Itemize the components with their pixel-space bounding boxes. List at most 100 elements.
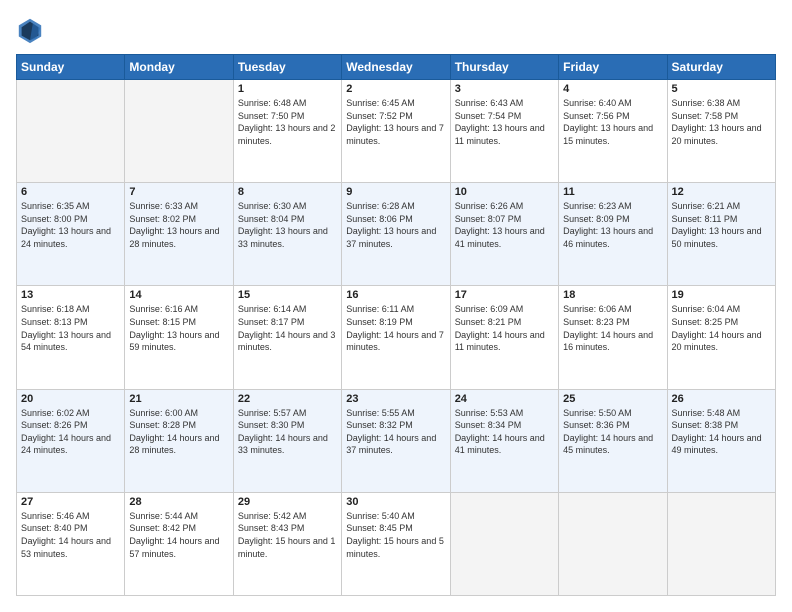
logo <box>16 16 48 44</box>
day-number: 18 <box>563 289 662 301</box>
day-number: 25 <box>563 393 662 405</box>
day-cell: 27 Sunrise: 5:46 AMSunset: 8:40 PMDayligh… <box>17 492 125 595</box>
day-number: 9 <box>346 186 445 198</box>
day-cell: 13Sunrise: 6:18 AMSunset: 8:13 PMDayligh… <box>17 286 125 389</box>
day-cell: 4Sunrise: 6:40 AMSunset: 7:56 PMDaylight… <box>559 80 667 183</box>
day-info: Sunrise: 6:00 AMSunset: 8:28 PMDaylight:… <box>129 407 228 457</box>
day-cell: 16 Sunrise: 6:11 AMSunset: 8:19 PMDayligh… <box>342 286 450 389</box>
page: SundayMondayTuesdayWednesdayThursdayFrid… <box>0 0 792 612</box>
weekday-tuesday: Tuesday <box>233 55 341 80</box>
day-cell: 11Sunrise: 6:23 AMSunset: 8:09 PMDayligh… <box>559 183 667 286</box>
day-number: 23 <box>346 393 445 405</box>
day-info: Sunrise: 5:57 AMSunset: 8:30 PMDaylight:… <box>238 407 337 457</box>
day-cell: 6Sunrise: 6:35 AMSunset: 8:00 PMDaylight… <box>17 183 125 286</box>
day-cell: 5 Sunrise: 6:38 AMSunset: 7:58 PMDaylight… <box>667 80 775 183</box>
day-number: 1 <box>238 83 337 95</box>
week-row-4: 20 Sunrise: 6:02 AMSunset: 8:26 PMDayligh… <box>17 389 776 492</box>
day-number: 27 <box>21 496 120 508</box>
day-cell: 14 Sunrise: 6:16 AMSunset: 8:15 PMDayligh… <box>125 286 233 389</box>
day-cell <box>559 492 667 595</box>
calendar-table: SundayMondayTuesdayWednesdayThursdayFrid… <box>16 54 776 596</box>
day-info: Sunrise: 6:26 AMSunset: 8:07 PMDaylight:… <box>455 200 554 250</box>
day-info: Sunrise: 5:48 AMSunset: 8:38 PMDaylight:… <box>672 407 771 457</box>
day-number: 16 <box>346 289 445 301</box>
weekday-wednesday: Wednesday <box>342 55 450 80</box>
day-cell <box>125 80 233 183</box>
weekday-monday: Monday <box>125 55 233 80</box>
day-number: 28 <box>129 496 228 508</box>
day-info: Sunrise: 6:11 AMSunset: 8:19 PMDaylight:… <box>346 303 445 353</box>
header <box>16 16 776 44</box>
day-number: 3 <box>455 83 554 95</box>
day-cell: 26Sunrise: 5:48 AMSunset: 8:38 PMDayligh… <box>667 389 775 492</box>
week-row-3: 13Sunrise: 6:18 AMSunset: 8:13 PMDayligh… <box>17 286 776 389</box>
weekday-header-row: SundayMondayTuesdayWednesdayThursdayFrid… <box>17 55 776 80</box>
day-number: 2 <box>346 83 445 95</box>
day-info: Sunrise: 6:28 AMSunset: 8:06 PMDaylight:… <box>346 200 445 250</box>
day-info: Sunrise: 6:30 AMSunset: 8:04 PMDaylight:… <box>238 200 337 250</box>
day-cell <box>17 80 125 183</box>
day-number: 10 <box>455 186 554 198</box>
day-info: Sunrise: 6:48 AMSunset: 7:50 PMDaylight:… <box>238 97 337 147</box>
day-info: Sunrise: 5:40 AMSunset: 8:45 PMDaylight:… <box>346 510 445 560</box>
day-number: 30 <box>346 496 445 508</box>
day-info: Sunrise: 6:06 AMSunset: 8:23 PMDaylight:… <box>563 303 662 353</box>
day-info: Sunrise: 6:45 AMSunset: 7:52 PMDaylight:… <box>346 97 445 147</box>
day-cell: 30 Sunrise: 5:40 AMSunset: 8:45 PMDayligh… <box>342 492 450 595</box>
day-info: Sunrise: 6:14 AMSunset: 8:17 PMDaylight:… <box>238 303 337 353</box>
day-info: Sunrise: 6:40 AMSunset: 7:56 PMDaylight:… <box>563 97 662 147</box>
day-number: 17 <box>455 289 554 301</box>
day-info: Sunrise: 6:23 AMSunset: 8:09 PMDaylight:… <box>563 200 662 250</box>
weekday-friday: Friday <box>559 55 667 80</box>
day-cell <box>450 492 558 595</box>
day-number: 14 <box>129 289 228 301</box>
day-cell <box>667 492 775 595</box>
day-number: 24 <box>455 393 554 405</box>
day-cell: 17 Sunrise: 6:09 AMSunset: 8:21 PMDayligh… <box>450 286 558 389</box>
day-cell: 10 Sunrise: 6:26 AMSunset: 8:07 PMDayligh… <box>450 183 558 286</box>
week-row-2: 6Sunrise: 6:35 AMSunset: 8:00 PMDaylight… <box>17 183 776 286</box>
day-info: Sunrise: 6:21 AMSunset: 8:11 PMDaylight:… <box>672 200 771 250</box>
day-info: Sunrise: 5:50 AMSunset: 8:36 PMDaylight:… <box>563 407 662 457</box>
day-number: 6 <box>21 186 120 198</box>
weekday-saturday: Saturday <box>667 55 775 80</box>
day-info: Sunrise: 5:53 AMSunset: 8:34 PMDaylight:… <box>455 407 554 457</box>
day-number: 19 <box>672 289 771 301</box>
day-number: 20 <box>21 393 120 405</box>
day-info: Sunrise: 6:43 AMSunset: 7:54 PMDaylight:… <box>455 97 554 147</box>
day-number: 8 <box>238 186 337 198</box>
day-info: Sunrise: 6:04 AMSunset: 8:25 PMDaylight:… <box>672 303 771 353</box>
week-row-5: 27 Sunrise: 5:46 AMSunset: 8:40 PMDayligh… <box>17 492 776 595</box>
day-number: 5 <box>672 83 771 95</box>
day-info: Sunrise: 6:16 AMSunset: 8:15 PMDaylight:… <box>129 303 228 353</box>
weekday-sunday: Sunday <box>17 55 125 80</box>
day-cell: 29Sunrise: 5:42 AMSunset: 8:43 PMDayligh… <box>233 492 341 595</box>
day-number: 21 <box>129 393 228 405</box>
day-info: Sunrise: 6:33 AMSunset: 8:02 PMDaylight:… <box>129 200 228 250</box>
day-number: 7 <box>129 186 228 198</box>
day-cell: 8 Sunrise: 6:30 AMSunset: 8:04 PMDaylight… <box>233 183 341 286</box>
day-info: Sunrise: 5:42 AMSunset: 8:43 PMDaylight:… <box>238 510 337 560</box>
day-number: 12 <box>672 186 771 198</box>
day-cell: 15Sunrise: 6:14 AMSunset: 8:17 PMDayligh… <box>233 286 341 389</box>
day-cell: 21 Sunrise: 6:00 AMSunset: 8:28 PMDayligh… <box>125 389 233 492</box>
day-cell: 23 Sunrise: 5:55 AMSunset: 8:32 PMDayligh… <box>342 389 450 492</box>
day-cell: 9 Sunrise: 6:28 AMSunset: 8:06 PMDaylight… <box>342 183 450 286</box>
day-cell: 19 Sunrise: 6:04 AMSunset: 8:25 PMDayligh… <box>667 286 775 389</box>
day-cell: 1 Sunrise: 6:48 AMSunset: 7:50 PMDaylight… <box>233 80 341 183</box>
day-info: Sunrise: 6:09 AMSunset: 8:21 PMDaylight:… <box>455 303 554 353</box>
day-info: Sunrise: 5:46 AMSunset: 8:40 PMDaylight:… <box>21 510 120 560</box>
week-row-1: 1 Sunrise: 6:48 AMSunset: 7:50 PMDaylight… <box>17 80 776 183</box>
day-number: 22 <box>238 393 337 405</box>
day-info: Sunrise: 5:55 AMSunset: 8:32 PMDaylight:… <box>346 407 445 457</box>
day-info: Sunrise: 6:38 AMSunset: 7:58 PMDaylight:… <box>672 97 771 147</box>
day-number: 13 <box>21 289 120 301</box>
day-cell: 22 Sunrise: 5:57 AMSunset: 8:30 PMDayligh… <box>233 389 341 492</box>
day-cell: 3 Sunrise: 6:43 AMSunset: 7:54 PMDaylight… <box>450 80 558 183</box>
weekday-thursday: Thursday <box>450 55 558 80</box>
day-cell: 24 Sunrise: 5:53 AMSunset: 8:34 PMDayligh… <box>450 389 558 492</box>
day-info: Sunrise: 5:44 AMSunset: 8:42 PMDaylight:… <box>129 510 228 560</box>
day-info: Sunrise: 6:02 AMSunset: 8:26 PMDaylight:… <box>21 407 120 457</box>
day-cell: 28 Sunrise: 5:44 AMSunset: 8:42 PMDayligh… <box>125 492 233 595</box>
logo-icon <box>16 16 44 44</box>
